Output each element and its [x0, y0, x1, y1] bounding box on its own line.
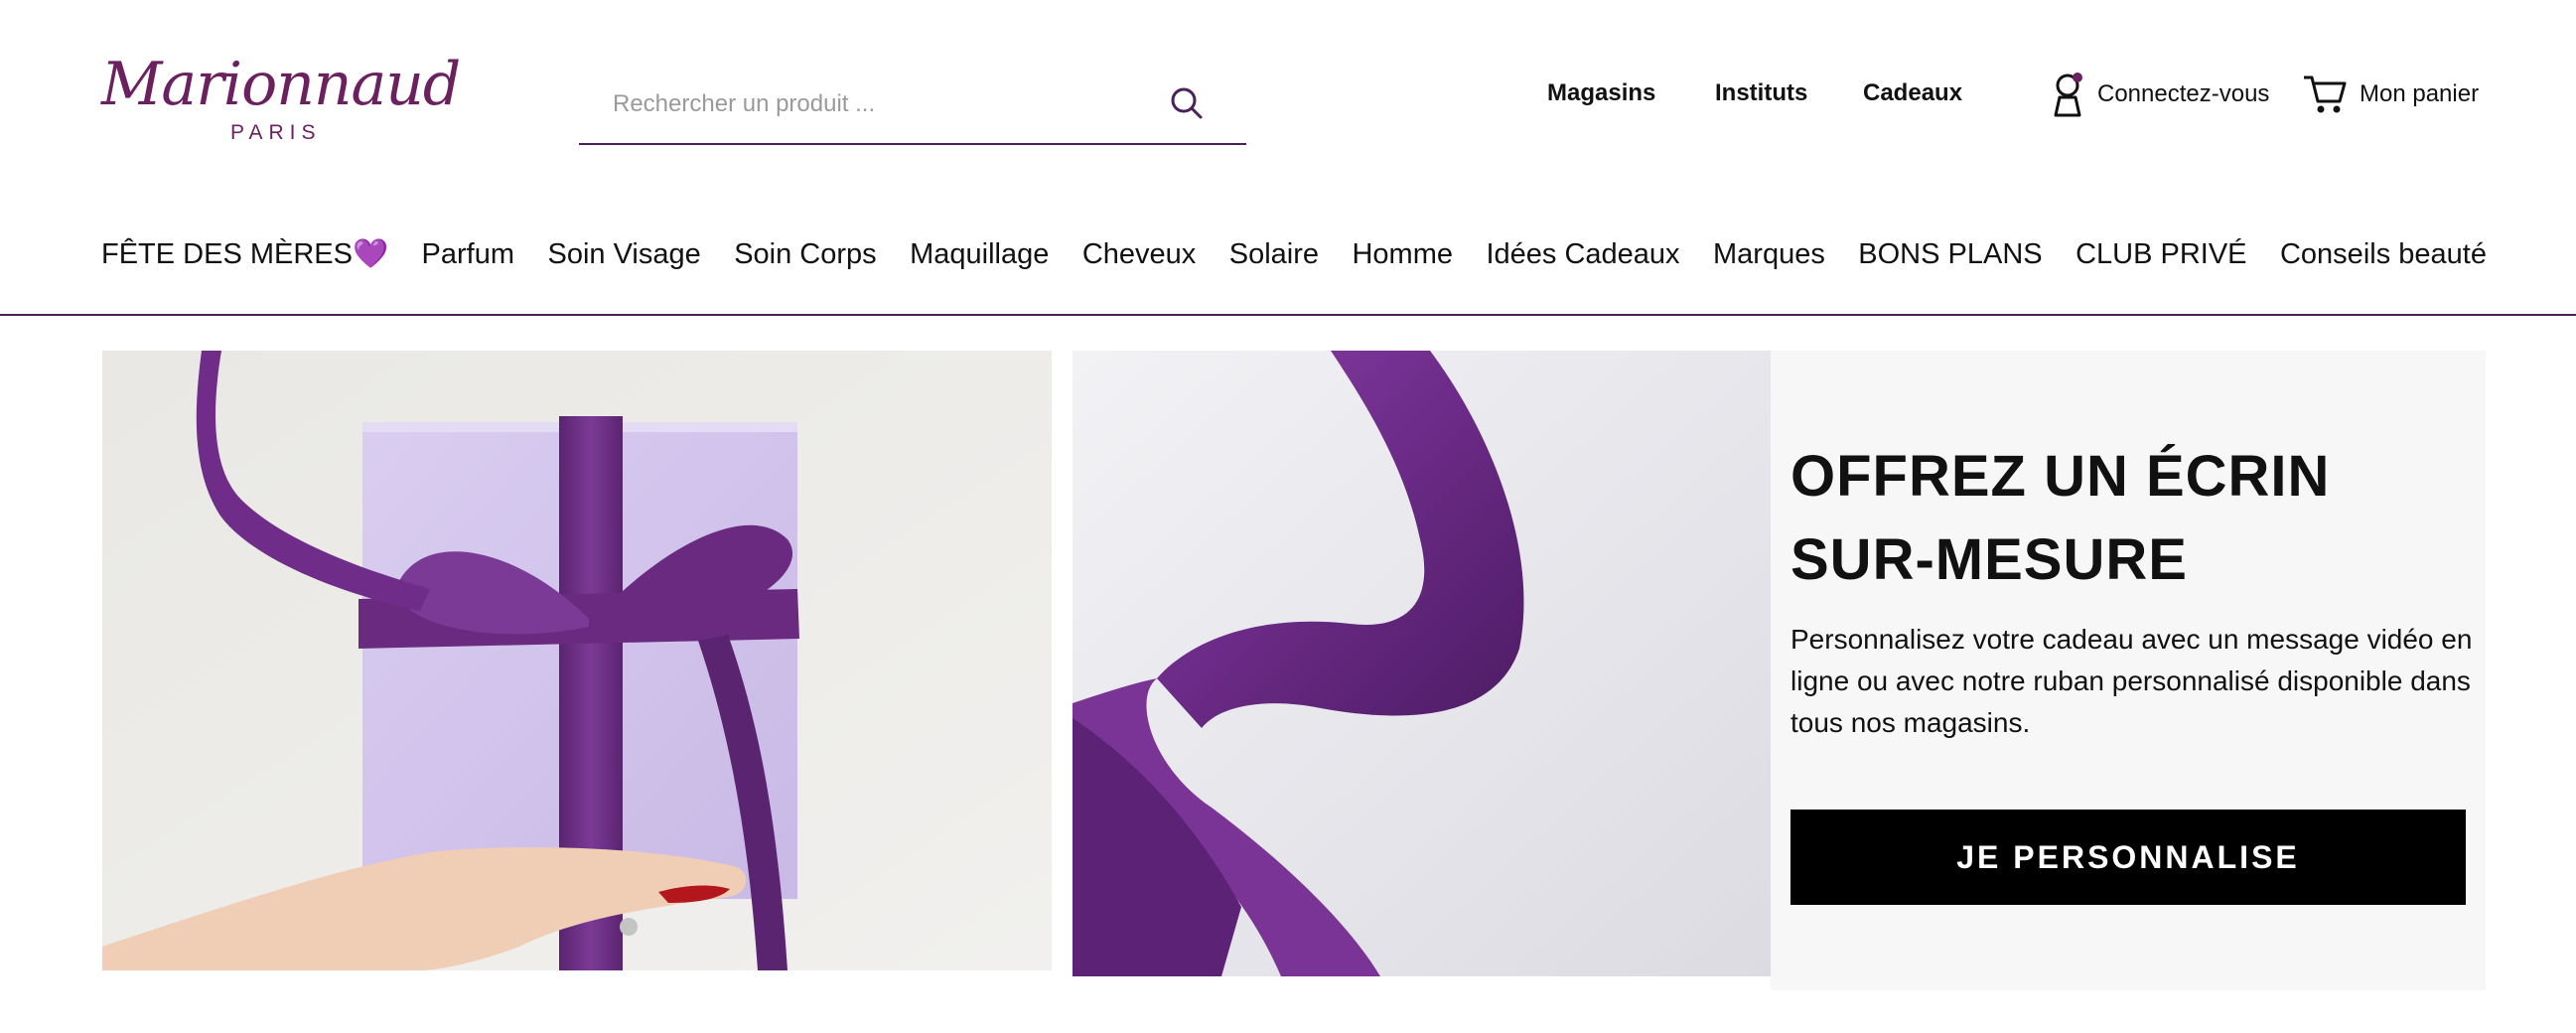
nav-item-idees-cadeaux[interactable]: Idées Cadeaux — [1486, 238, 1679, 271]
search-bar — [579, 70, 1246, 145]
user-icon — [2054, 73, 2082, 117]
promo-panel: OFFREZ UN ÉCRIN SUR-MESURE Personnalisez… — [1771, 351, 2486, 990]
promo-title: OFFREZ UN ÉCRIN SUR-MESURE — [1790, 444, 2331, 592]
institutes-link[interactable]: Instituts — [1715, 79, 1807, 119]
cart-link[interactable]: Mon panier — [2302, 70, 2479, 119]
nav-item-parfum[interactable]: Parfum — [422, 238, 514, 271]
nav-item-bons-plans[interactable]: BONS PLANS — [1858, 238, 2042, 271]
gift-box-image[interactable] — [102, 351, 1052, 970]
nav-item-homme[interactable]: Homme — [1352, 238, 1453, 271]
nav-divider — [0, 314, 2576, 316]
nav-item-marques[interactable]: Marques — [1713, 238, 1825, 271]
brand-logo[interactable]: Marionnaud PARIS — [101, 50, 461, 149]
search-input[interactable] — [611, 83, 1171, 125]
stores-link[interactable]: Magasins — [1547, 79, 1655, 119]
cart-icon — [2304, 75, 2347, 113]
login-link[interactable]: Connectez-vous — [2052, 70, 2269, 119]
cart-label: Mon panier — [2360, 80, 2480, 107]
gifts-link[interactable]: Cadeaux — [1863, 79, 1962, 119]
brand-sub: PARIS — [230, 121, 322, 144]
personalize-button[interactable]: JE PERSONNALISE — [1790, 810, 2466, 905]
site-header: Marionnaud PARIS Magasins Instituts Cade… — [0, 0, 2576, 318]
nav-item-conseils-beaute[interactable]: Conseils beauté — [2280, 238, 2487, 271]
nav-item-soin-visage[interactable]: Soin Visage — [547, 238, 700, 271]
brand-name: Marionnaud — [101, 50, 461, 119]
nav-item-fete-des-meres[interactable]: FÊTE DES MÈRES💜 — [101, 237, 388, 271]
ribbon-image[interactable] — [1073, 351, 1771, 976]
nav-item-cheveux[interactable]: Cheveux — [1082, 238, 1196, 271]
login-label: Connectez-vous — [2097, 80, 2270, 107]
nav-item-solaire[interactable]: Solaire — [1229, 238, 1319, 271]
promo-text: Personnalisez votre cadeau avec un messa… — [1790, 624, 2473, 738]
main-nav: FÊTE DES MÈRES💜 Parfum Soin Visage Soin … — [101, 230, 2487, 278]
nav-item-maquillage[interactable]: Maquillage — [910, 238, 1049, 271]
nav-item-soin-corps[interactable]: Soin Corps — [734, 238, 876, 271]
nav-item-club-prive[interactable]: CLUB PRIVÉ — [2075, 238, 2246, 271]
search-icon[interactable] — [1167, 83, 1207, 123]
